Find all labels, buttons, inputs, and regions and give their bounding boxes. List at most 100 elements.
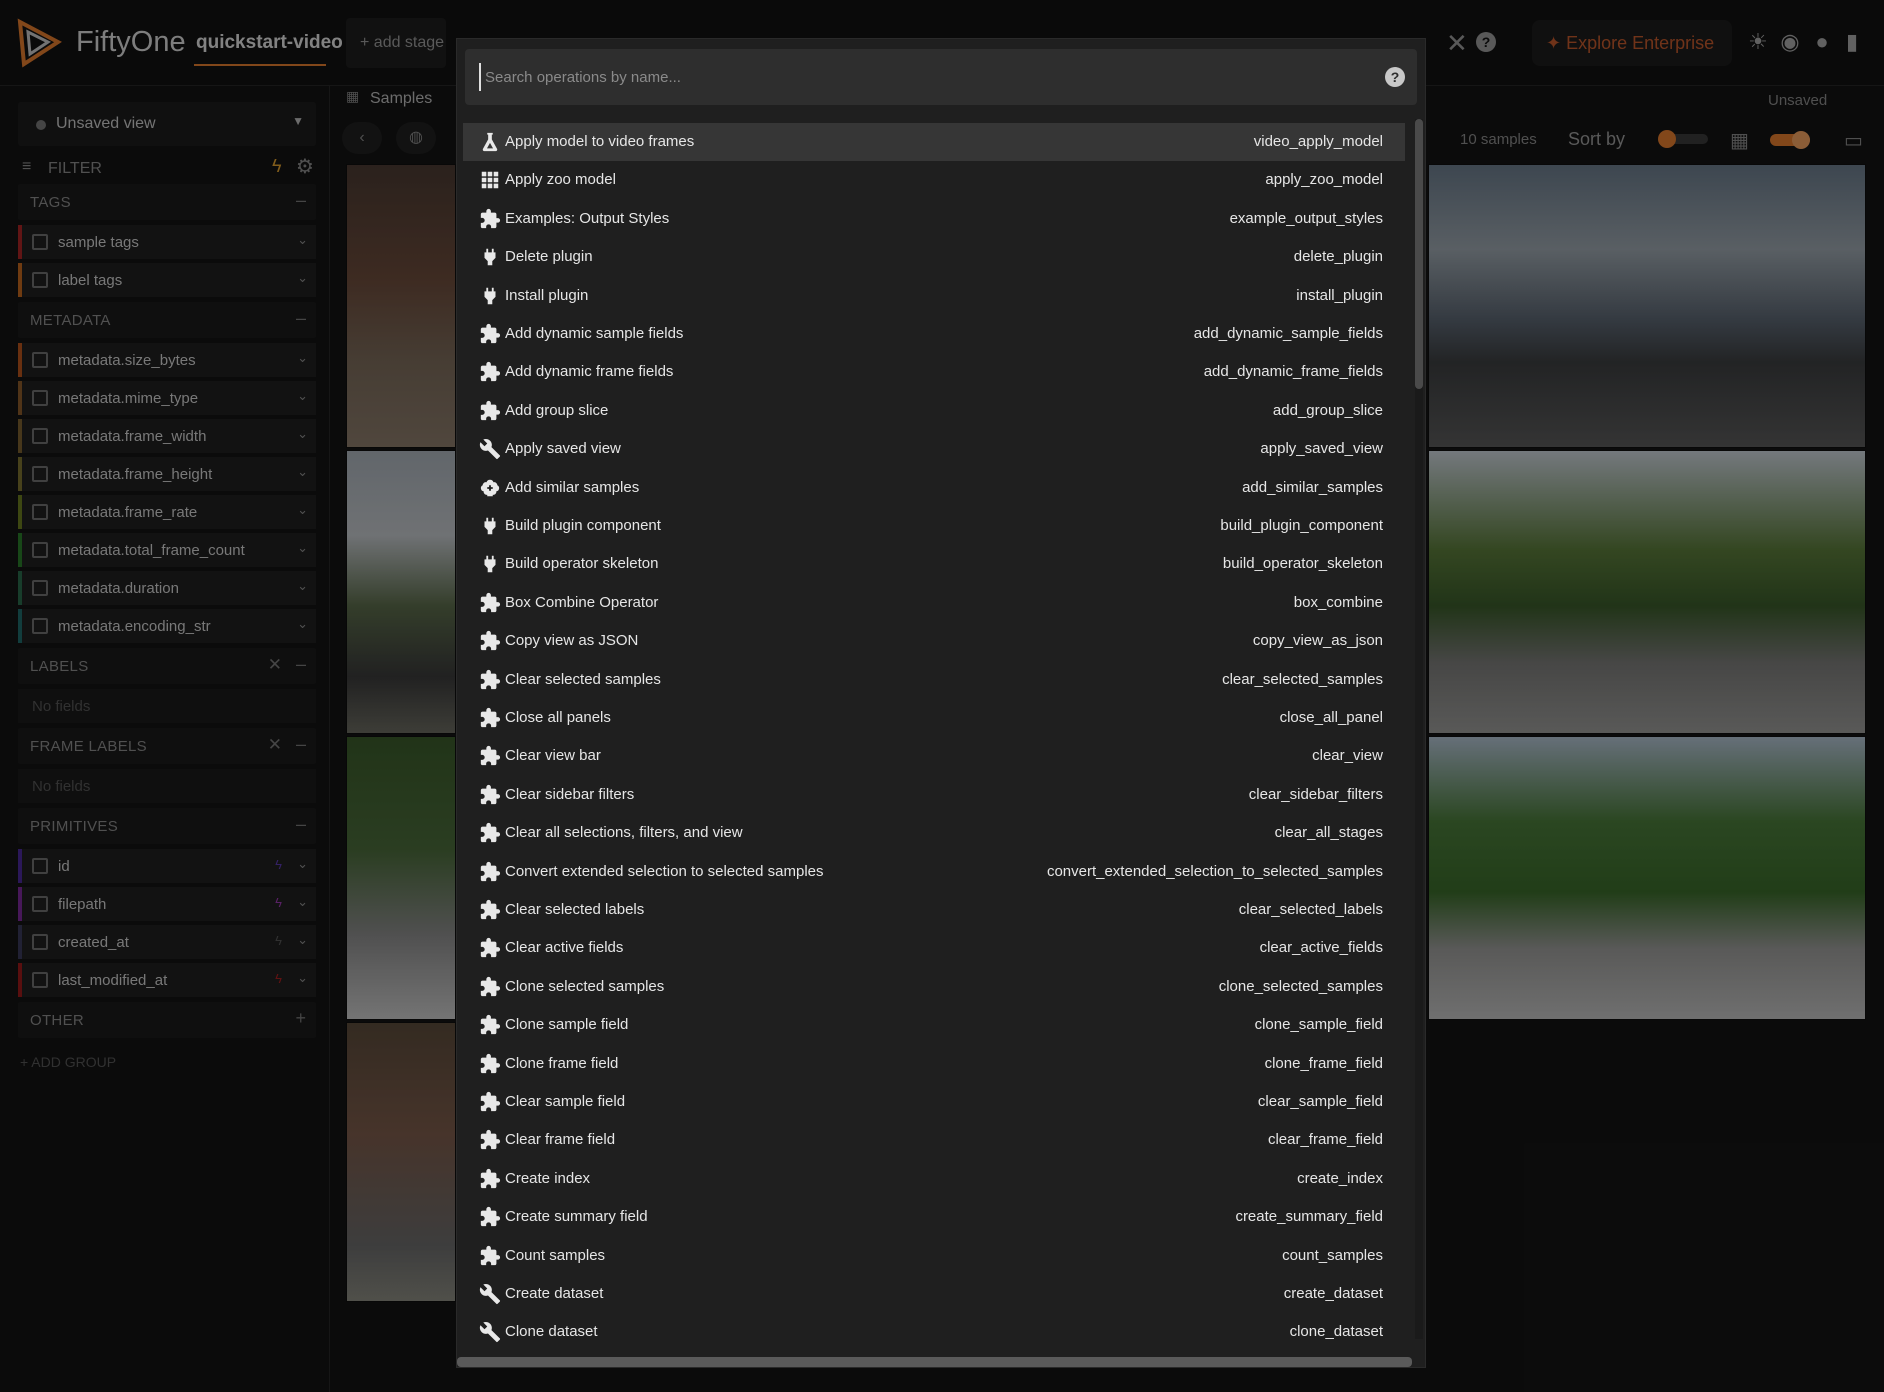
operator-label: Create dataset (505, 1285, 604, 1302)
operator-label: Convert extended selection to selected s… (505, 862, 824, 880)
operator-name: delete_plugin (1293, 248, 1383, 266)
operator-browser: ? Apply model to video frames video_apply… (456, 38, 1426, 1368)
operator-item[interactable]: Install plugin install_plugin (463, 277, 1405, 315)
operator-label: Clear selected samples (505, 670, 661, 688)
operator-label: Copy view as JSON (505, 632, 639, 650)
operator-label: Install plugin (505, 286, 589, 304)
operator-item[interactable]: Clear view bar clear_view (463, 737, 1405, 775)
operator-label: Build operator skeleton (505, 555, 659, 573)
puzzle-icon (479, 1168, 501, 1190)
operator-name: clear_selected_samples (1222, 670, 1383, 688)
puzzle-icon (479, 937, 501, 959)
operator-item[interactable]: Add dynamic sample fields add_dynamic_sam… (463, 315, 1405, 353)
operator-label: Clear sidebar filters (505, 785, 635, 803)
operator-label: Add similar samples (505, 478, 640, 496)
operator-item[interactable]: Clear frame field clear_frame_field (463, 1121, 1405, 1159)
operator-label: Close all panels (505, 709, 611, 726)
operator-list: Apply model to video frames video_apply_m… (463, 123, 1405, 1349)
operator-label: Clear all selections, filters, and view (505, 824, 743, 842)
plug-icon (479, 246, 501, 268)
operator-label: Apply model to video frames (505, 133, 695, 150)
scrollbar-thumb[interactable] (1415, 119, 1423, 389)
operator-name: clone_dataset (1289, 1323, 1383, 1341)
operator-name: clear_frame_field (1267, 1131, 1383, 1149)
operator-label: Apply zoo model (505, 171, 616, 189)
puzzle-icon (479, 707, 501, 729)
plug-icon (479, 515, 501, 537)
operator-label: Add dynamic sample fields (505, 325, 684, 342)
operator-label: Clear sample field (505, 1093, 626, 1110)
operator-item[interactable]: Copy view as JSON copy_view_as_json (463, 622, 1405, 660)
operator-name: add_dynamic_sample_fields (1193, 325, 1383, 342)
operator-label: Box Combine Operator (505, 593, 659, 611)
puzzle-icon (479, 1206, 501, 1228)
operator-item[interactable]: Clear selected labels clear_selected_labe… (463, 891, 1405, 929)
operator-item[interactable]: Clear selected samples clear_selected_sam… (463, 661, 1405, 699)
operator-label: Build plugin component (505, 517, 661, 534)
operator-item[interactable]: Apply zoo model apply_zoo_model (463, 161, 1405, 199)
brain-icon (479, 477, 501, 499)
puzzle-icon (479, 361, 501, 383)
operator-item[interactable]: Examples: Output Styles example_output_st… (463, 200, 1405, 238)
operator-name: create_index (1297, 1169, 1383, 1187)
help-icon[interactable]: ? (1385, 67, 1405, 87)
operator-name: apply_zoo_model (1265, 171, 1383, 189)
operator-item[interactable]: Clone frame field clone_frame_field (463, 1045, 1405, 1083)
operator-item[interactable]: Clear sidebar filters clear_sidebar_filte… (463, 776, 1405, 814)
operator-label: Delete plugin (505, 248, 593, 266)
operator-item[interactable]: Clone dataset clone_dataset (463, 1313, 1405, 1349)
operator-name: create_summary_field (1235, 1208, 1383, 1226)
operator-label: Examples: Output Styles (505, 209, 670, 227)
puzzle-icon (479, 784, 501, 806)
operator-name: clear_sample_field (1257, 1093, 1383, 1110)
puzzle-icon (479, 323, 501, 345)
operator-item[interactable]: Build plugin component build_plugin_compo… (463, 507, 1405, 545)
operator-item[interactable]: Count samples count_samples (463, 1237, 1405, 1275)
operator-item[interactable]: Clone sample field clone_sample_field (463, 1006, 1405, 1044)
puzzle-icon (479, 208, 501, 230)
grid-icon (479, 169, 501, 191)
operator-item[interactable]: Build operator skeleton build_operator_sk… (463, 545, 1405, 583)
operator-item[interactable]: Create index create_index (463, 1160, 1405, 1198)
operator-name: install_plugin (1296, 286, 1383, 304)
operator-item[interactable]: Box Combine Operator box_combine (463, 584, 1405, 622)
puzzle-icon (479, 592, 501, 614)
operator-label: Clear selected labels (505, 901, 645, 918)
operator-item[interactable]: Create summary field create_summary_field (463, 1198, 1405, 1236)
operator-label: Clear view bar (505, 747, 601, 765)
operator-item[interactable]: Clone selected samples clone_selected_sam… (463, 968, 1405, 1006)
operator-name: add_group_slice (1272, 401, 1383, 419)
operator-label: Clone frame field (505, 1054, 619, 1072)
operator-name: count_samples (1282, 1246, 1383, 1264)
operator-name: clear_all_stages (1274, 824, 1383, 842)
operator-item[interactable]: Delete plugin delete_plugin (463, 238, 1405, 276)
puzzle-icon (479, 1053, 501, 1075)
operator-label: Apply saved view (505, 440, 621, 458)
wrench-icon (479, 1321, 501, 1343)
operator-item[interactable]: Add group slice add_group_slice (463, 392, 1405, 430)
operator-item[interactable]: Add similar samples add_similar_samples (463, 469, 1405, 507)
operator-item[interactable]: Apply model to video frames video_apply_m… (463, 123, 1405, 161)
operator-item[interactable]: Clear active fields clear_active_fields (463, 929, 1405, 967)
operator-label: Add group slice (505, 401, 609, 419)
puzzle-icon (479, 1091, 501, 1113)
operator-item[interactable]: Add dynamic frame fields add_dynamic_fram… (463, 353, 1405, 391)
operator-label: Count samples (505, 1246, 606, 1264)
operator-search-input[interactable] (479, 63, 1359, 91)
puzzle-icon (479, 822, 501, 844)
operator-name: add_similar_samples (1242, 478, 1383, 496)
operator-item[interactable]: Clear all selections, filters, and view c… (463, 814, 1405, 852)
operator-name: example_output_styles (1229, 209, 1383, 227)
operator-search-box[interactable]: ? (465, 49, 1417, 105)
operator-label: Create index (505, 1169, 591, 1187)
operator-label: Clear frame field (505, 1131, 616, 1149)
operator-label: Clone sample field (505, 1016, 629, 1034)
operator-item[interactable]: Create dataset create_dataset (463, 1275, 1405, 1313)
operator-item[interactable]: Close all panels close_all_panel (463, 699, 1405, 737)
operator-item[interactable]: Convert extended selection to selected s… (463, 853, 1405, 891)
operator-item[interactable]: Apply saved view apply_saved_view (463, 430, 1405, 468)
horizontal-scrollbar[interactable] (457, 1357, 1412, 1367)
operator-name: build_plugin_component (1220, 517, 1383, 534)
operator-item[interactable]: Clear sample field clear_sample_field (463, 1083, 1405, 1121)
plug-icon (479, 553, 501, 575)
